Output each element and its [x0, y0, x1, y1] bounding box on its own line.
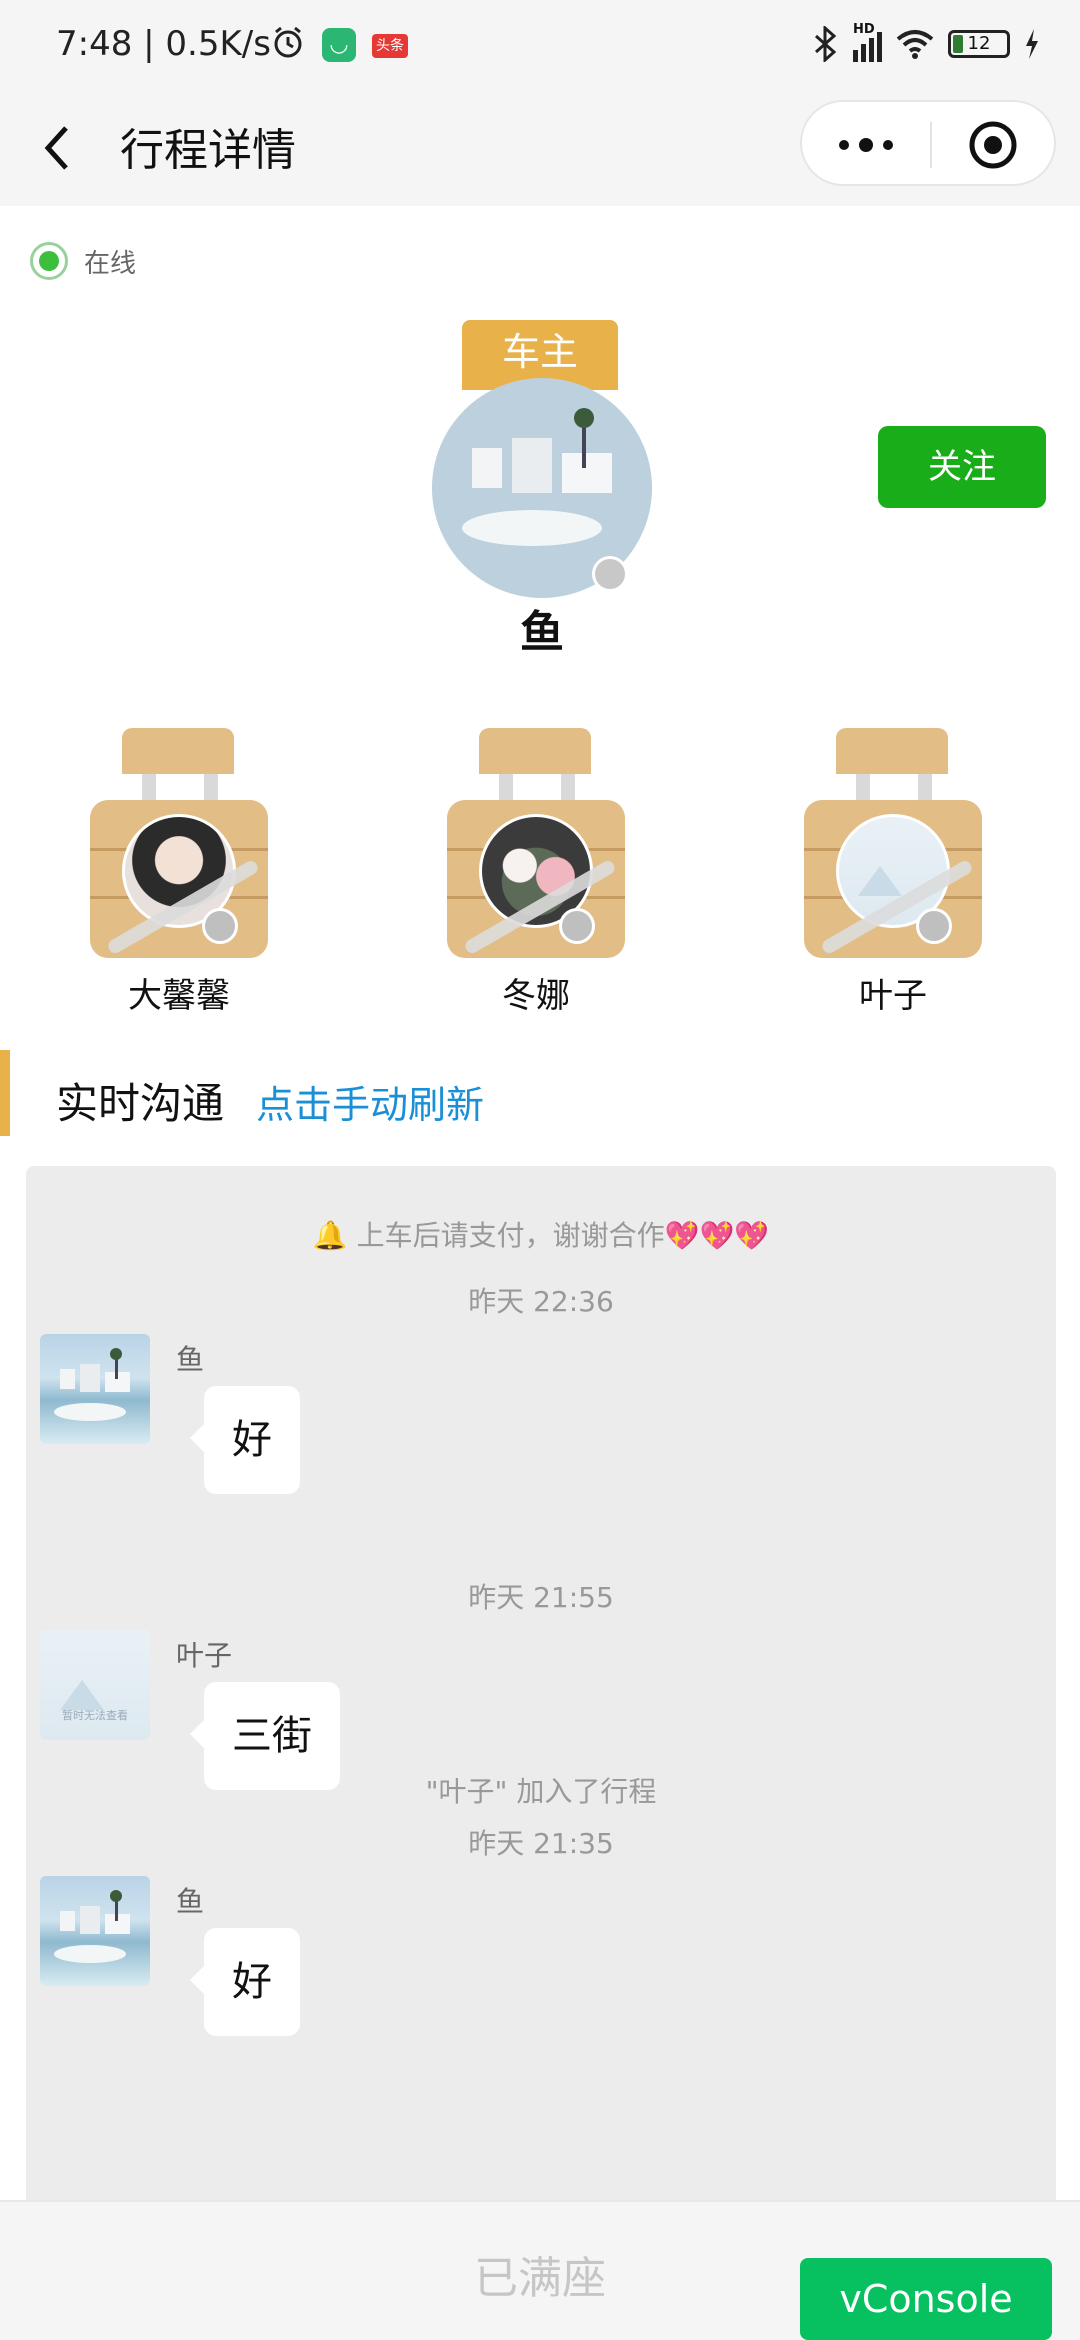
passenger-seat[interactable]: 冬娜	[447, 728, 627, 1018]
alarm-clock-icon	[274, 26, 302, 58]
section-title: 实时沟通	[56, 1079, 225, 1128]
status-right: HD 12	[813, 22, 1040, 64]
page-title: 行程详情	[120, 125, 296, 176]
seaside-photo	[54, 1348, 130, 1421]
online-indicator-icon	[30, 242, 68, 280]
manual-refresh-link[interactable]: 点击手动刷新	[256, 1074, 484, 1129]
system-message: "叶子" 加入了行程	[425, 1775, 657, 1808]
capsule-divider	[930, 122, 932, 168]
back-arrow-icon[interactable]	[30, 110, 86, 180]
sender-name: 鱼	[176, 1343, 205, 1376]
luggage-handle	[122, 728, 234, 774]
luggage-handle	[479, 728, 591, 774]
vconsole-button[interactable]: vConsole	[800, 2258, 1052, 2340]
charging-icon	[1026, 29, 1038, 59]
toutiao-notification-icon: 头条	[372, 34, 408, 58]
wifi-icon	[896, 30, 934, 59]
online-status: 在线	[30, 242, 136, 280]
nav-bar: 行程详情	[0, 90, 1080, 206]
sender-avatar[interactable]	[40, 1334, 150, 1444]
message-timestamp: 昨天 22:36	[468, 1285, 614, 1318]
message-timestamp: 昨天 21:55	[468, 1581, 614, 1614]
sender-avatar-placeholder[interactable]: 暂时无法查看	[40, 1630, 150, 1740]
message-timestamp: 昨天 21:35	[468, 1827, 614, 1860]
passenger-name: 冬娜	[502, 976, 570, 1016]
chat-notice: 🔔 上车后请支付，谢谢合作💖💖💖	[312, 1219, 770, 1252]
placeholder-image-text: 暂时无法查看	[62, 1709, 128, 1722]
more-options-icon[interactable]	[834, 128, 898, 162]
passenger-name: 大馨馨	[128, 976, 230, 1016]
driver-name: 鱼	[520, 607, 564, 658]
luggage-handle	[836, 728, 948, 774]
passenger-status-dot	[202, 908, 238, 944]
network-type-label: HD	[853, 22, 875, 37]
sender-name: 叶子	[176, 1639, 233, 1672]
passenger-seat[interactable]: 大馨馨	[90, 728, 270, 1018]
passenger-status-dot	[916, 908, 952, 944]
sender-name: 鱼	[176, 1885, 205, 1918]
seaside-photo	[54, 1890, 130, 1963]
passenger-status-dot	[559, 908, 595, 944]
passenger-seat[interactable]: 叶子	[804, 728, 984, 1018]
miniprogram-capsule	[800, 100, 1056, 186]
sender-avatar[interactable]	[40, 1876, 150, 1986]
trip-detail-main: 在线 车主 鱼 关注 大馨馨 冬娜 叶子 实时沟通 点击手动刷新 🔔 上车后请支…	[0, 206, 1080, 2206]
section-accent-bar	[0, 1050, 10, 1136]
app-notification-icon: ◡	[322, 28, 356, 62]
follow-button[interactable]: 关注	[878, 426, 1046, 508]
status-time: 7:48 | 0.5K/s	[56, 24, 271, 64]
driver-status-dot	[592, 556, 628, 592]
battery-level: 12	[967, 33, 991, 54]
message-bubble: 好	[190, 1386, 300, 1494]
chat-panel[interactable]: 🔔 上车后请支付，谢谢合作💖💖💖 昨天 22:36 鱼 好 昨天 21:55 暂…	[26, 1166, 1056, 2206]
online-label: 在线	[84, 248, 137, 279]
passenger-name: 叶子	[859, 976, 927, 1016]
battery-icon: 12	[948, 30, 1010, 58]
bluetooth-icon	[815, 26, 837, 62]
signal-icon: HD	[853, 22, 882, 62]
status-bar: 7:48 | 0.5K/s ◡ 头条 HD 12	[0, 0, 1080, 90]
close-miniprogram-icon[interactable]	[968, 120, 1018, 170]
message-bubble: 好	[190, 1928, 300, 2036]
